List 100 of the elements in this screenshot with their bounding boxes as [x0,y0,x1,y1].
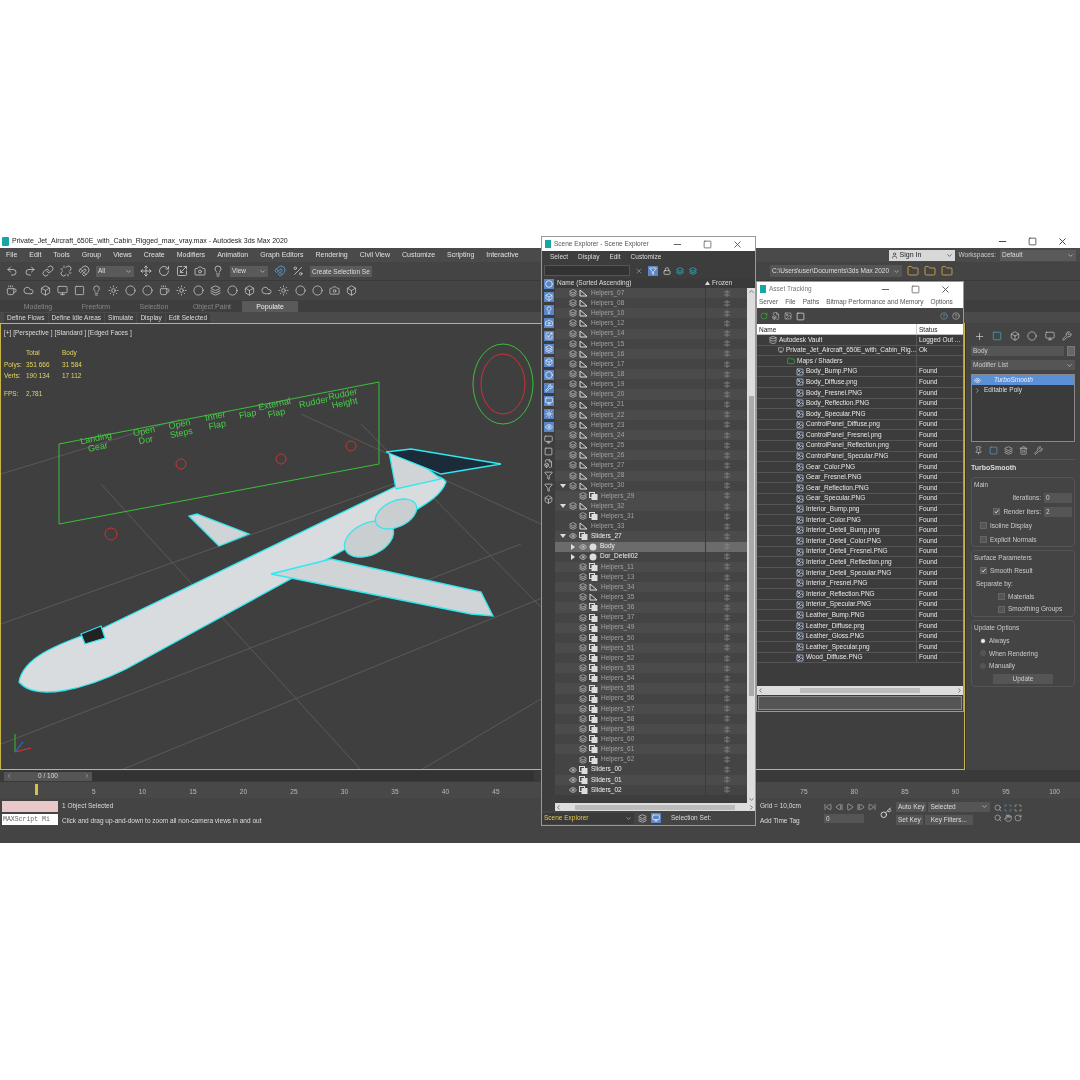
scroll-right-icon[interactable] [748,803,755,811]
freeze-icon[interactable] [723,390,730,398]
rotate-icon[interactable] [158,265,170,277]
freeze-icon[interactable] [723,705,730,713]
freeze-icon[interactable] [723,553,730,561]
eye-icon[interactable] [569,775,577,784]
layer-icon[interactable] [579,664,587,673]
freeze-icon[interactable] [723,492,730,500]
circle-icon[interactable] [295,285,306,296]
layer-icon[interactable] [569,461,577,470]
layer-icon[interactable] [569,349,577,358]
display-icon[interactable] [1044,331,1055,341]
layer-icon[interactable] [569,451,577,460]
layer-icon[interactable] [569,289,577,298]
layer-icon[interactable] [579,603,587,612]
layer-icon[interactable] [579,714,587,723]
layer-icon[interactable] [579,654,587,663]
layer-icon[interactable] [579,704,587,713]
circle-icon[interactable] [193,285,204,296]
freeze-icon[interactable] [723,756,730,764]
checkbox[interactable] [993,508,1001,516]
maxscript-listener-field[interactable] [2,801,58,812]
freeze-icon[interactable] [723,532,730,540]
layer-icon[interactable] [579,562,587,571]
circle-icon[interactable] [125,285,136,296]
layer-icon[interactable] [569,481,577,490]
object-list-icon[interactable] [651,813,661,823]
display-option-icon[interactable] [544,483,553,492]
freeze-icon[interactable] [723,766,730,774]
freeze-icon[interactable] [723,685,730,693]
lightbulb-icon[interactable] [212,265,224,277]
freeze-icon[interactable] [723,330,730,338]
freeze-icon[interactable] [723,563,730,571]
freeze-icon[interactable] [723,441,730,449]
scrollbar-thumb[interactable] [800,688,920,693]
layer-icon[interactable] [579,491,587,500]
display-option-icon[interactable] [544,435,553,444]
freeze-icon[interactable] [723,603,730,611]
expanded-arrow-icon[interactable] [560,482,566,489]
layer-icon[interactable] [569,360,577,369]
layer-icon[interactable] [579,644,587,652]
time-marker[interactable] [35,784,38,795]
scroll-up-icon[interactable] [747,288,755,295]
layer-icon[interactable] [569,380,577,389]
create-icon[interactable] [974,331,985,342]
close-icon[interactable] [1057,236,1068,247]
display-option-icon[interactable] [544,447,553,456]
freeze-icon[interactable] [723,593,730,601]
scroll-left-icon[interactable] [555,803,562,811]
freeze-icon[interactable] [723,664,730,672]
layer-icon[interactable] [569,400,577,409]
freeze-icon[interactable] [723,624,730,632]
freeze-icon[interactable] [723,472,730,480]
redo-icon[interactable] [24,265,36,277]
color-swatch[interactable] [1067,346,1075,356]
link-icon[interactable] [42,265,54,277]
freeze-icon[interactable] [723,786,730,794]
collapsed-arrow-icon[interactable] [570,543,576,550]
layer-icon[interactable] [569,319,577,328]
sphere-icon[interactable] [312,285,323,296]
object-type-filter-icon[interactable] [543,383,554,393]
radio-button[interactable] [980,637,986,644]
eye-icon[interactable] [569,785,577,794]
layer-icon[interactable] [569,309,577,318]
checkbox[interactable] [998,592,1005,600]
object-type-filter-icon[interactable] [543,305,554,315]
layer-icon[interactable] [569,339,577,348]
display-option-icon[interactable] [544,495,553,504]
circle-icon[interactable] [227,285,238,296]
unlink-icon[interactable] [60,265,72,277]
cloud-icon[interactable] [23,285,34,296]
freeze-icon[interactable] [723,502,730,510]
freeze-icon[interactable] [723,421,730,429]
layer-icon[interactable] [569,410,577,419]
horizontal-scrollbar[interactable] [757,686,963,695]
zoom-all-icon[interactable] [1014,804,1023,812]
vertical-scrollbar[interactable] [747,288,755,803]
layer-icon[interactable] [579,674,587,683]
layer-icon[interactable] [579,745,587,754]
layer-icon[interactable] [579,633,587,642]
next-frame-icon[interactable] [857,803,865,811]
box-icon[interactable] [346,285,357,296]
horizontal-scrollbar[interactable] [555,803,755,811]
box-icon[interactable] [244,285,255,296]
sun-icon[interactable] [176,285,187,296]
layer-icon[interactable] [579,573,587,581]
layer-icon[interactable] [569,370,577,379]
object-type-filter-icon[interactable] [543,357,554,367]
layer-icon[interactable] [579,684,587,693]
object-type-filter-icon[interactable] [543,370,554,380]
freeze-icon[interactable] [723,320,730,327]
object-type-filter-icon[interactable] [543,344,554,354]
checkbox[interactable] [980,522,987,530]
freeze-icon[interactable] [723,695,730,703]
percent-icon[interactable] [292,265,304,277]
layers-icon[interactable] [638,813,647,823]
help-icon[interactable] [940,312,948,320]
clear-icon[interactable] [635,266,643,275]
cloud-icon[interactable] [261,285,272,296]
layer-icon[interactable] [579,755,587,764]
